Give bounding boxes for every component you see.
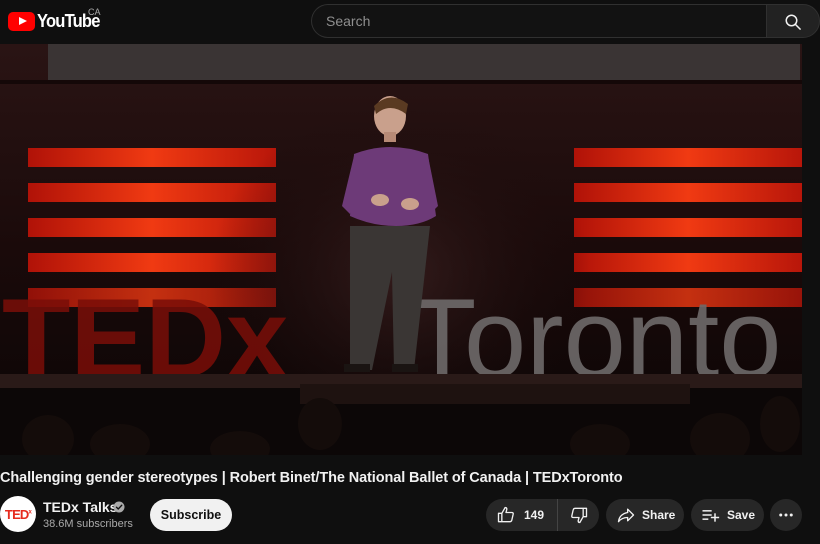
channel-name[interactable]: TEDx Talks xyxy=(43,499,117,515)
verified-check-icon xyxy=(113,501,125,513)
thumbs-down-icon xyxy=(570,507,587,524)
like-count: 149 xyxy=(524,508,545,522)
share-arrow-icon xyxy=(617,508,635,523)
search-box xyxy=(311,4,767,38)
search-icon xyxy=(785,14,801,30)
more-horizontal-icon xyxy=(779,513,793,517)
video-player[interactable]: TEDx Toronto xyxy=(0,44,802,455)
top-bar: YouTube CA xyxy=(0,0,820,44)
video-title: Challenging gender stereotypes | Robert … xyxy=(0,470,623,486)
save-playlist-icon xyxy=(702,510,720,522)
avatar-logo: TEDx xyxy=(4,506,32,522)
region-code: CA xyxy=(88,7,101,17)
like-dislike-group: 149 xyxy=(486,499,599,531)
save-label: Save xyxy=(727,508,756,522)
dislike-button[interactable] xyxy=(558,505,599,525)
channel-avatar[interactable]: TEDx xyxy=(0,496,36,532)
subscriber-count: 38.6M subscribers xyxy=(43,518,133,530)
share-button[interactable]: Share xyxy=(606,499,684,531)
more-actions-button[interactable] xyxy=(770,499,802,531)
share-label: Share xyxy=(642,508,676,522)
subscribe-button[interactable]: Subscribe xyxy=(150,499,232,531)
thumbs-up-icon xyxy=(497,506,514,523)
search-button[interactable] xyxy=(766,4,820,38)
search-input[interactable] xyxy=(326,5,756,37)
save-button[interactable]: Save xyxy=(691,499,764,531)
like-button[interactable]: 149 xyxy=(486,499,558,531)
play-logo-icon xyxy=(8,11,35,31)
video-frame: TEDx Toronto xyxy=(0,44,802,455)
